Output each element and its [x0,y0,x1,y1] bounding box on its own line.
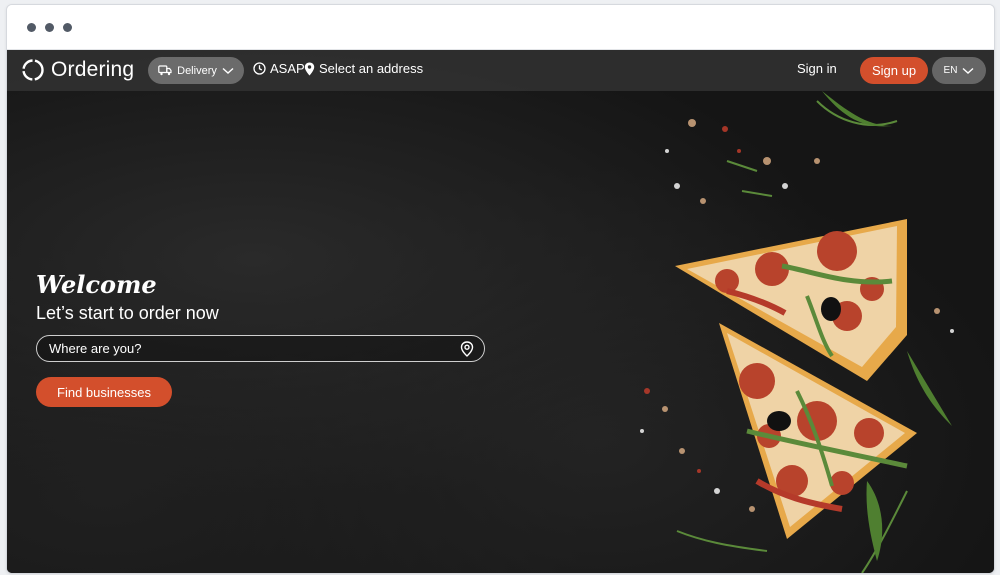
schedule-label: ASAP [270,61,305,76]
address-search-box[interactable] [36,335,485,362]
chevron-down-icon [222,67,234,74]
pizza-image [640,91,954,573]
logo-ring-icon [22,59,44,81]
schedule-selector[interactable]: ASAP [253,61,305,76]
top-navbar: Ordering Delivery ASAP Select an address… [7,50,994,91]
brand-name: Ordering [51,58,135,81]
truck-icon [158,65,172,76]
chevron-down-icon [962,67,974,74]
location-pin-icon[interactable] [460,340,474,357]
brand-logo[interactable]: Ordering [21,54,134,86]
address-selector[interactable]: Select an address [304,61,423,76]
map-pin-icon [304,62,315,75]
address-label: Select an address [319,61,424,76]
clock-icon [253,62,266,75]
address-search-input[interactable] [47,340,460,357]
window-dot-icon [27,23,36,32]
browser-window: Ordering Delivery ASAP Select an address… [6,4,995,574]
app-viewport: Ordering Delivery ASAP Select an address… [7,50,994,573]
hero-subtitle: Let’s start to order now [36,303,219,323]
delivery-type-dropdown[interactable]: Delivery [148,57,244,84]
language-label: EN [943,65,958,76]
find-businesses-button[interactable]: Find businesses [36,377,172,407]
sign-up-button[interactable]: Sign up [860,57,928,84]
language-selector[interactable]: EN [932,57,986,84]
window-dot-icon [63,23,72,32]
welcome-heading: Welcome [36,270,157,299]
delivery-type-label: Delivery [177,64,217,77]
sign-in-link[interactable]: Sign in [797,61,837,76]
browser-chrome [7,5,994,50]
window-dot-icon [45,23,54,32]
